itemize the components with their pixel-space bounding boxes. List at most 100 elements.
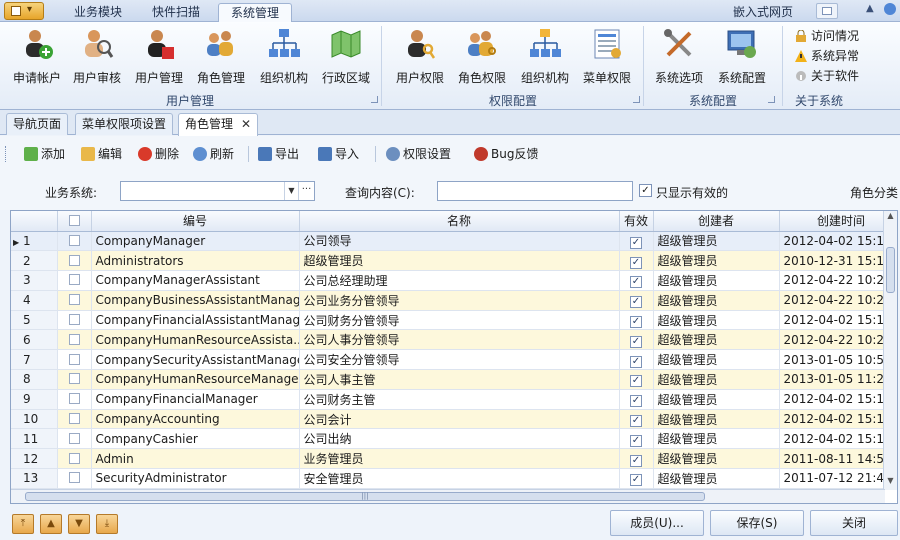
close-icon[interactable]: ✕ <box>241 117 251 131</box>
edit-button[interactable]: 编辑 <box>81 144 122 164</box>
valid-checkbox[interactable]: ✓ <box>630 375 642 388</box>
valid-cell[interactable]: ✓ <box>619 448 654 470</box>
row-number-cell[interactable]: 9 <box>11 389 58 410</box>
table-row[interactable]: 12 Admin 业务管理员 ✓ 超级管理员 2011-08-11 14:5 <box>11 448 897 470</box>
move-top-icon[interactable]: ⤒ <box>12 514 34 534</box>
name-cell[interactable]: 公司会计 <box>299 409 620 430</box>
created-time-cell[interactable]: 2013-01-05 11:2 <box>779 369 897 390</box>
close-button[interactable]: 关闭 <box>810 510 898 536</box>
row-select-cell[interactable] <box>57 329 92 351</box>
code-cell[interactable]: CompanyFinancialManager <box>91 389 300 410</box>
user-review-button[interactable]: 用户审核 <box>66 25 128 87</box>
row-select-checkbox[interactable] <box>68 234 80 246</box>
row-number-cell[interactable]: 3 <box>11 270 58 291</box>
tab-role-management[interactable]: 角色管理 ✕ <box>178 113 259 136</box>
name-cell[interactable]: 业务管理员 <box>299 448 620 470</box>
row-number-cell[interactable]: 10 <box>11 409 58 430</box>
move-up-icon[interactable]: ▲ <box>40 514 62 534</box>
valid-cell[interactable]: ✓ <box>619 349 654 371</box>
organization-button[interactable]: 组织机构 <box>253 25 315 87</box>
created-time-cell[interactable]: 2012-04-22 10:2 <box>779 270 897 291</box>
name-cell[interactable]: 公司人事主管 <box>299 369 620 390</box>
creator-cell[interactable]: 超级管理员 <box>653 389 780 410</box>
valid-checkbox[interactable]: ✓ <box>630 316 642 329</box>
table-row[interactable]: 13 SecurityAdministrator 安全管理员 ✓ 超级管理员 2011-0… <box>11 468 897 489</box>
code-cell[interactable]: SecurityAdministrator <box>91 468 300 489</box>
created-time-cell[interactable]: 2011-07-12 21:4 <box>779 468 897 489</box>
refresh-button[interactable]: 刷新 <box>193 144 234 164</box>
valid-checkbox[interactable]: ✓ <box>630 355 642 368</box>
name-cell[interactable]: 公司业务分管领导 <box>299 290 620 311</box>
creator-cell[interactable]: 超级管理员 <box>653 290 780 311</box>
row-select-cell[interactable] <box>57 448 92 470</box>
table-row[interactable]: ▶ 1 CompanyManager 公司领导 ✓ 超级管理员 2012-04-02 15:… <box>11 231 897 252</box>
group-launcher-icon[interactable] <box>371 96 378 103</box>
column-header-name[interactable]: 名称 <box>299 211 620 232</box>
tab-system-management[interactable]: 系统管理 <box>218 3 292 22</box>
row-number-cell[interactable]: 13 <box>11 468 58 489</box>
created-time-cell[interactable]: 2010-12-31 15:1 <box>779 250 897 272</box>
admin-region-button[interactable]: 行政区域 <box>315 25 377 87</box>
row-number-cell[interactable]: 7 <box>11 349 58 371</box>
about-software-link[interactable]: 关于软件 <box>795 66 859 86</box>
name-cell[interactable]: 公司人事分管领导 <box>299 329 620 351</box>
app-menu-button[interactable]: ▾ <box>4 2 44 20</box>
column-header-created-time[interactable]: 创建时间 <box>779 211 897 232</box>
row-select-checkbox[interactable] <box>68 333 80 345</box>
created-time-cell[interactable]: 2012-04-22 10:2 <box>779 290 897 311</box>
created-time-cell[interactable]: 2011-08-11 14:5 <box>779 448 897 470</box>
table-row[interactable]: 4 CompanyBusinessAssistantManager 公司业务分管领导… <box>11 290 897 311</box>
row-number-cell[interactable]: 2 <box>11 250 58 272</box>
code-cell[interactable]: CompanyHumanResourceAssista... <box>91 329 300 351</box>
code-cell[interactable]: CompanyHumanResourceManager <box>91 369 300 390</box>
move-down-icon[interactable]: ▼ <box>68 514 90 534</box>
row-number-cell[interactable]: 5 <box>11 310 58 331</box>
chevron-down-icon[interactable]: ▼ <box>284 182 298 200</box>
role-permission-button[interactable]: 角色权限 <box>451 25 513 87</box>
valid-checkbox[interactable]: ✓ <box>630 395 642 408</box>
name-cell[interactable]: 公司领导 <box>299 231 620 252</box>
code-cell[interactable]: CompanyCashier <box>91 428 300 450</box>
vertical-scroll-thumb[interactable] <box>886 247 895 293</box>
only-valid-checkbox[interactable]: ✓ <box>639 184 652 197</box>
valid-cell[interactable]: ✓ <box>619 369 654 390</box>
apply-account-button[interactable]: 申请帐户 <box>6 25 68 87</box>
delete-button[interactable]: 删除 <box>138 144 179 164</box>
name-cell[interactable]: 超级管理员 <box>299 250 620 272</box>
table-row[interactable]: 9 CompanyFinancialManager 公司财务主管 ✓ 超级管理员 2012… <box>11 389 897 410</box>
name-cell[interactable]: 公司总经理助理 <box>299 270 620 291</box>
table-row[interactable]: 2 Administrators 超级管理员 ✓ 超级管理员 2010-12-31 15:… <box>11 250 897 272</box>
creator-cell[interactable]: 超级管理员 <box>653 231 780 252</box>
row-number-cell[interactable]: 6 <box>11 329 58 351</box>
scroll-up-icon[interactable]: ▲ <box>884 211 897 225</box>
row-select-checkbox[interactable] <box>68 314 80 326</box>
valid-cell[interactable]: ✓ <box>619 270 654 291</box>
access-stats-link[interactable]: 访问情况 <box>795 26 859 46</box>
row-select-checkbox[interactable] <box>68 393 80 405</box>
valid-checkbox[interactable]: ✓ <box>630 236 642 249</box>
valid-checkbox[interactable]: ✓ <box>630 415 642 428</box>
created-time-cell[interactable]: 2012-04-02 15:1 <box>779 428 897 450</box>
valid-cell[interactable]: ✓ <box>619 310 654 331</box>
help-icon[interactable] <box>884 3 896 15</box>
valid-cell[interactable]: ✓ <box>619 329 654 351</box>
horizontal-scrollbar[interactable]: ||| <box>11 489 885 503</box>
valid-checkbox[interactable]: ✓ <box>630 434 642 447</box>
code-cell[interactable]: CompanyBusinessAssistantManager <box>91 290 300 311</box>
tab-menu-permission-settings[interactable]: 菜单权限项设置 <box>75 113 174 135</box>
tab-navigation-page[interactable]: 导航页面 <box>6 113 69 135</box>
import-button[interactable]: 导入 <box>318 144 359 164</box>
table-row[interactable]: 8 CompanyHumanResourceManager 公司人事主管 ✓ 超级管理员… <box>11 369 897 390</box>
system-config-button[interactable]: 系统配置 <box>711 25 773 87</box>
name-cell[interactable]: 公司出纳 <box>299 428 620 450</box>
tab-express-scan[interactable]: 快件扫描 <box>140 3 212 22</box>
valid-checkbox[interactable]: ✓ <box>630 256 642 269</box>
created-time-cell[interactable]: 2012-04-22 10:2 <box>779 329 897 351</box>
table-row[interactable]: 6 CompanyHumanResourceAssista... 公司人事分管领导 ✓… <box>11 329 897 351</box>
menu-permission-button[interactable]: 菜单权限 <box>576 25 638 87</box>
table-row[interactable]: 5 CompanyFinancialAssistantManager 公司财务分管领… <box>11 310 897 331</box>
add-button[interactable]: 添加 <box>24 144 65 164</box>
business-system-combo[interactable]: ▼ ··· <box>120 181 315 201</box>
row-select-cell[interactable] <box>57 270 92 291</box>
tab-business-module[interactable]: 业务模块 <box>62 3 134 22</box>
